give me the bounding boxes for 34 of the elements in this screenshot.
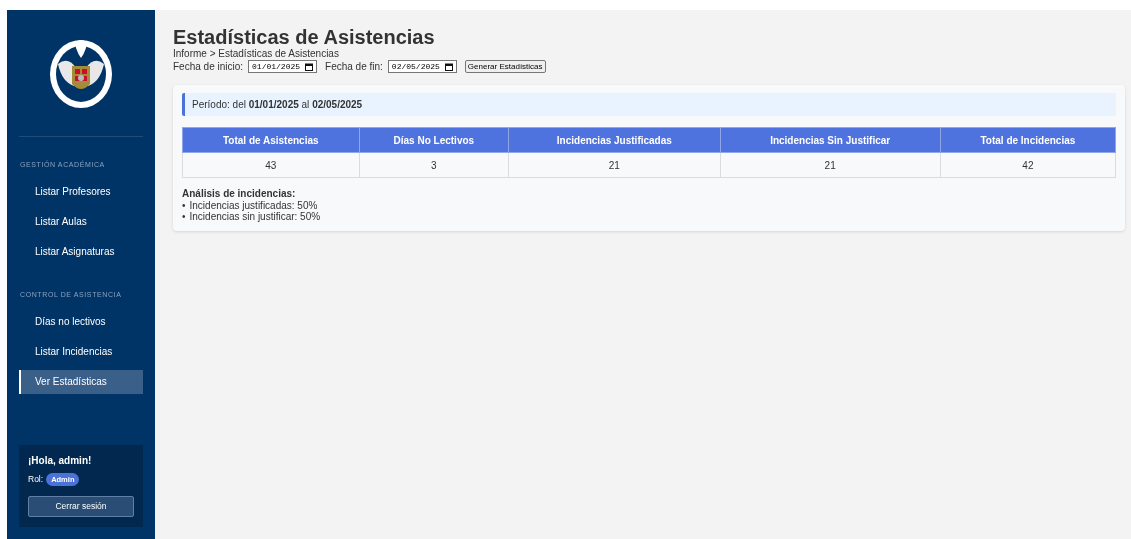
table-cell: 43 (182, 152, 359, 178)
field-label: Fecha de fin: (325, 60, 383, 74)
calendar-icon[interactable] (444, 62, 453, 71)
column-header: Días No Lectivos (359, 127, 509, 153)
sidebar-item[interactable]: Ver Estadísticas (19, 370, 143, 394)
field-label: Fecha de inicio: (173, 60, 244, 74)
sidebar-item[interactable]: Días no lectivos (19, 310, 143, 334)
column-header: Total de Asistencias (182, 127, 359, 153)
sidebar-item[interactable]: Listar Aulas (19, 210, 143, 234)
bullet: • (182, 199, 186, 211)
analysis-item: Incidencias sin justificar: 50% (189, 210, 321, 222)
table-cell: 42 (940, 152, 1116, 178)
analysis-item: Incidencias justificadas: 50% (189, 199, 318, 211)
date-field[interactable]: 01/01/2025 (248, 60, 318, 73)
logout-button[interactable]: Cerrar sesión (28, 496, 134, 517)
table-cell: 21 (508, 152, 720, 178)
analysis-title: Análisis de incidencias: (182, 189, 297, 200)
page-title: Estadísticas de Asistencias (173, 26, 436, 48)
role-label: Rol: (28, 473, 44, 486)
calendar-icon[interactable] (305, 62, 314, 71)
table-cell: 3 (359, 152, 509, 178)
generate-button[interactable]: Generar Estadísticas (464, 60, 546, 73)
column-header: Incidencias Sin Justificar (720, 127, 941, 153)
column-header: Incidencias Justificadas (508, 127, 720, 153)
column-header: Total de Incidencias (940, 127, 1116, 153)
sidebar-item[interactable]: Listar Incidencias (19, 340, 143, 364)
table-cell: 21 (720, 152, 941, 178)
date-field[interactable]: 02/05/2025 (387, 60, 457, 73)
bullet: • (182, 210, 186, 222)
breadcrumb: Informe > Estadísticas de Asistencias (173, 48, 340, 59)
period-banner: Período: del 01/01/2025 al 02/05/2025 (182, 93, 1116, 116)
sidebar-item[interactable]: Listar Asignaturas (19, 240, 143, 264)
greeting: ¡Hola, admin! (28, 454, 93, 468)
sidebar-item[interactable]: Listar Profesores (19, 180, 143, 204)
